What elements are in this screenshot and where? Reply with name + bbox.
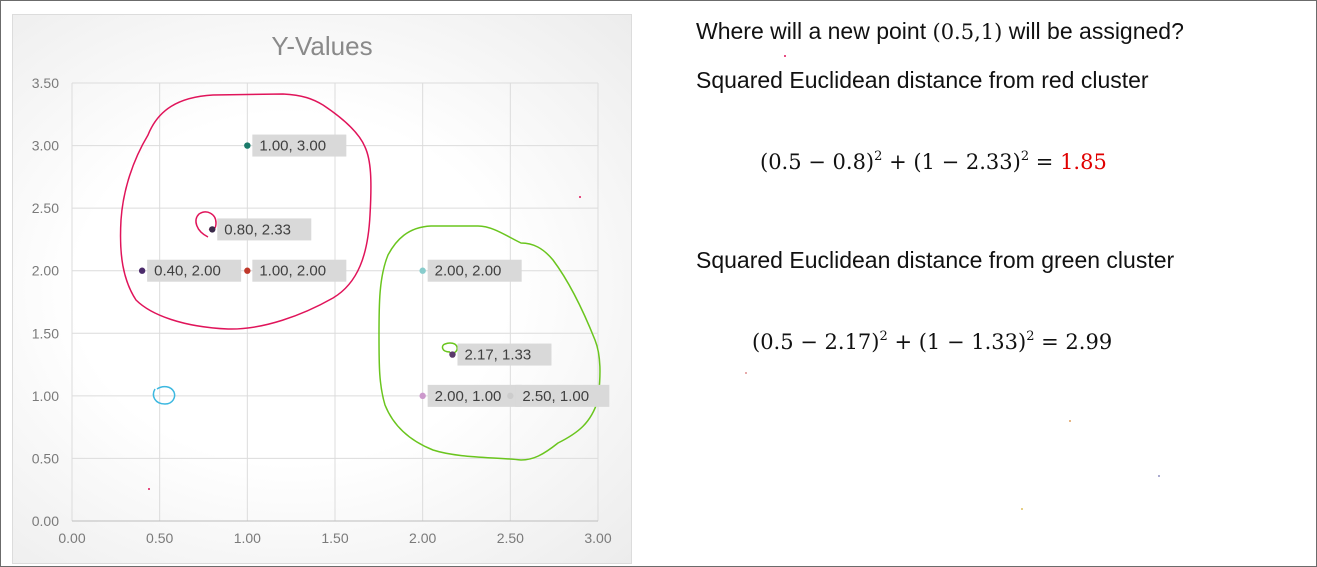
red-distance-result: 1.85 <box>1060 150 1107 174</box>
question-part-b: will be assigned? <box>1002 18 1184 44</box>
data-label: 1.00, 2.00 <box>259 263 326 280</box>
x-tick-label: 1.00 <box>234 530 261 546</box>
red-eq-exp2: 2 <box>1020 149 1030 164</box>
data-point <box>449 351 456 358</box>
red-cluster-outline <box>119 93 372 330</box>
green-distance-equation: (0.5 − 2.17)2 + (1 − 1.33)2 = 2.99 <box>752 329 1112 354</box>
y-tick-label: 3.00 <box>32 138 59 154</box>
red-eq-term2: + (1 − 2.33) <box>882 150 1021 174</box>
red-distance-equation: (0.5 − 0.8)2 + (1 − 2.33)2 = 1.85 <box>760 149 1107 174</box>
y-tick-label: 2.50 <box>32 200 59 216</box>
red-eq-equals: = <box>1029 150 1061 174</box>
ink-speck <box>148 488 150 490</box>
green-eq-term2: + (1 − 1.33) <box>887 330 1027 354</box>
y-tick-label: 2.00 <box>32 263 59 279</box>
ink-speck <box>579 196 581 198</box>
ink-speck <box>1069 420 1071 422</box>
chart-title: Y-Values <box>271 31 372 61</box>
x-tick-label: 2.50 <box>497 530 524 546</box>
data-label: 0.40, 2.00 <box>154 263 221 280</box>
data-point <box>419 267 426 274</box>
new-point-circle <box>152 385 176 405</box>
green-centroid-mark <box>441 342 458 354</box>
data-label: 2.00, 2.00 <box>435 263 502 280</box>
data-label: 0.80, 2.33 <box>224 221 291 238</box>
red-cluster-heading: Squared Euclidean distance from red clus… <box>696 67 1149 93</box>
x-tick-label: 0.50 <box>146 530 173 546</box>
x-tick-label: 0.00 <box>58 530 85 546</box>
data-label: 2.17, 1.33 <box>464 347 531 364</box>
data-point <box>419 392 426 400</box>
x-tick-label: 2.00 <box>409 530 436 546</box>
y-tick-label: 1.50 <box>32 325 59 341</box>
data-label: 2.50, 1.00 <box>522 388 589 405</box>
y-tick-label: 3.50 <box>32 75 59 91</box>
data-label: 1.00, 3.00 <box>259 138 326 155</box>
question-part-a: Where will a new point <box>696 18 933 44</box>
data-point <box>209 226 216 233</box>
data-point <box>507 392 514 400</box>
green-distance-result: 2.99 <box>1065 330 1113 354</box>
question-point: (0.5,1) <box>932 20 1003 44</box>
red-centroid-mark <box>195 211 217 238</box>
green-eq-equals: = <box>1034 330 1066 354</box>
ink-speck <box>1158 475 1160 477</box>
green-cluster-heading: Squared Euclidean distance from green cl… <box>696 247 1175 273</box>
x-tick-label: 1.50 <box>321 530 348 546</box>
ink-speck <box>1021 508 1023 510</box>
red-eq-term1: (0.5 − 0.8) <box>760 150 875 174</box>
chart-svg: Y-Values 0.00 0.50 1.00 1.50 2.00 2.50 3.00 3.5… <box>32 31 612 546</box>
data-point <box>138 267 146 274</box>
ink-speck <box>784 55 786 57</box>
data-point <box>244 267 251 274</box>
question-text: Where will a new point (0.5,1) will be a… <box>696 18 1184 45</box>
scatter-chart: Y-Values 0.00 0.50 1.00 1.50 2.00 2.50 3.00 3.5… <box>12 14 632 564</box>
ink-speck <box>745 372 747 374</box>
y-tick-label: 1.00 <box>32 388 59 404</box>
y-tick-label: 0.50 <box>32 450 59 466</box>
x-tick-label: 3.00 <box>584 530 611 546</box>
data-label: 2.00, 1.00 <box>435 388 502 405</box>
data-point <box>244 142 251 149</box>
green-eq-term1: (0.5 − 2.17) <box>752 330 880 354</box>
green-eq-exp1: 2 <box>879 329 888 344</box>
y-tick-label: 0.00 <box>32 513 59 529</box>
